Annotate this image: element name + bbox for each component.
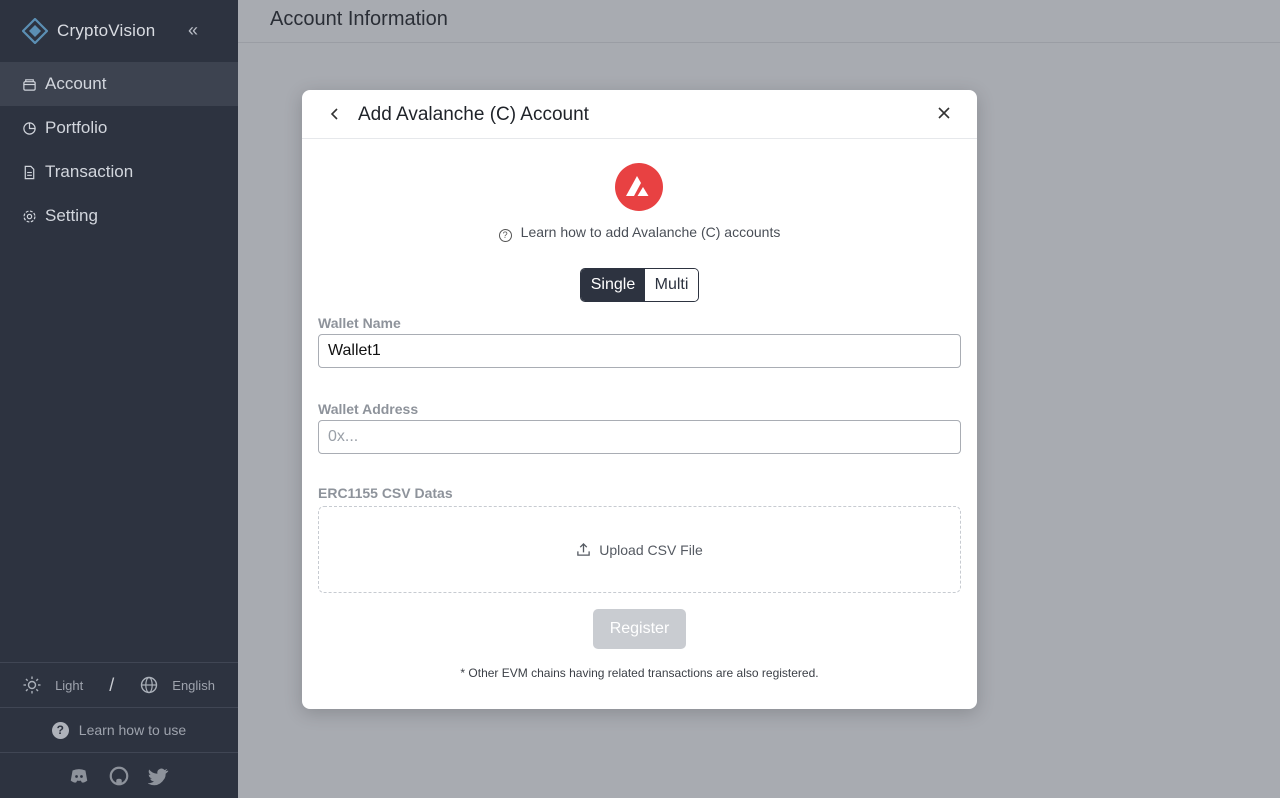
mode-segmented-control: Single Multi xyxy=(580,268,699,302)
logo-row: CryptoVision « xyxy=(0,0,238,62)
sidebar-item-setting[interactable]: Setting xyxy=(0,194,238,238)
sidebar-item-label: Account xyxy=(45,74,107,93)
twitter-icon[interactable] xyxy=(148,765,170,787)
page-title: Account Information xyxy=(270,8,448,30)
github-icon[interactable] xyxy=(108,765,130,787)
language-selector[interactable]: English xyxy=(140,676,215,694)
theme-toggle[interactable]: Light xyxy=(23,676,83,694)
back-arrow-icon[interactable] xyxy=(326,104,344,124)
collapse-sidebar-icon[interactable]: « xyxy=(188,20,206,40)
upload-label: Upload CSV File xyxy=(599,541,703,558)
document-icon xyxy=(22,165,37,180)
preferences-row: Light / English xyxy=(0,662,238,707)
wallet-address-input[interactable] xyxy=(318,420,961,454)
sidebar-footer: Light / English ? Learn how to use xyxy=(0,662,238,798)
add-account-modal: Add Avalanche (C) Account ? Learn how to … xyxy=(302,90,977,709)
single-tab[interactable]: Single xyxy=(581,269,645,301)
sidebar: CryptoVision « Account Portfolio Transac… xyxy=(0,0,238,798)
logo-icon xyxy=(22,18,48,44)
sidebar-item-portfolio[interactable]: Portfolio xyxy=(0,106,238,150)
help-icon: ? xyxy=(51,721,69,739)
language-label: English xyxy=(172,677,215,693)
learn-text: Learn how to add Avalanche (C) accounts xyxy=(520,224,781,240)
separator: / xyxy=(109,674,115,695)
wallet-name-input[interactable] xyxy=(318,334,961,368)
modal-header: Add Avalanche (C) Account xyxy=(302,90,977,139)
help-label: Learn how to use xyxy=(78,722,187,738)
csv-label: ERC1155 CSV Datas xyxy=(318,485,453,501)
app-name: CryptoVision xyxy=(57,21,156,40)
learn-how-to-add-link[interactable]: ? Learn how to add Avalanche (C) accounts xyxy=(302,224,977,242)
close-icon[interactable] xyxy=(935,103,953,123)
sun-icon xyxy=(23,676,41,694)
learn-how-to-use-link[interactable]: ? Learn how to use xyxy=(0,707,238,752)
sidebar-item-transaction[interactable]: Transaction xyxy=(0,150,238,194)
question-circle-icon: ? xyxy=(498,228,512,242)
social-links xyxy=(0,752,238,798)
sidebar-item-label: Portfolio xyxy=(45,118,108,137)
upload-icon xyxy=(577,542,591,556)
sidebar-item-label: Setting xyxy=(45,206,98,225)
main-header: Account Information xyxy=(238,0,1280,43)
wallet-name-label: Wallet Name xyxy=(318,315,401,331)
discord-icon[interactable] xyxy=(68,765,90,787)
sidebar-item-label: Transaction xyxy=(45,162,134,181)
sidebar-item-account[interactable]: Account xyxy=(0,62,238,106)
theme-label: Light xyxy=(55,677,84,693)
upload-csv-dropzone[interactable]: Upload CSV File xyxy=(318,506,961,593)
globe-icon xyxy=(141,676,158,694)
pie-chart-icon xyxy=(22,121,37,136)
wallet-icon xyxy=(22,77,37,92)
gear-icon xyxy=(22,209,37,224)
avalanche-logo-icon xyxy=(615,163,663,211)
multi-tab[interactable]: Multi xyxy=(645,269,698,301)
register-button[interactable]: Register xyxy=(593,609,686,649)
modal-title: Add Avalanche (C) Account xyxy=(358,104,589,125)
evm-note: * Other EVM chains having related transa… xyxy=(460,666,819,680)
wallet-address-label: Wallet Address xyxy=(318,401,419,417)
